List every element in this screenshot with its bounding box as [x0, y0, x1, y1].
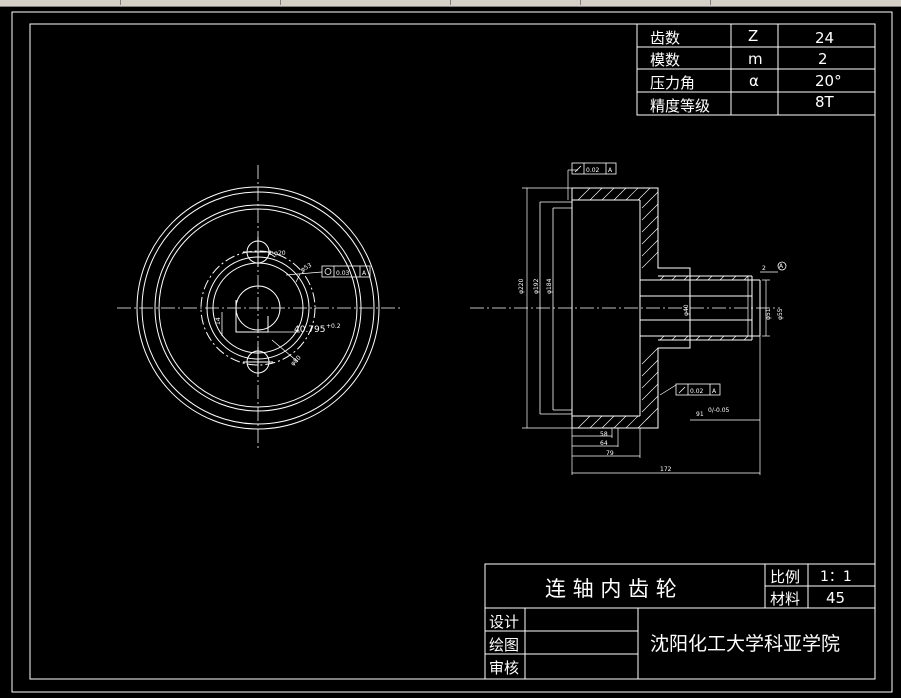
fit-label: 91: [696, 411, 704, 418]
dim-172: 172: [660, 466, 672, 473]
dia-51-label: φ51: [765, 308, 772, 320]
side-view: 0.02 A 0.02 A φ220 φ192 φ184 φ40 φ51 φ55…: [470, 162, 787, 475]
dim-bottom-tol: +0.2: [326, 323, 341, 330]
tolerance-frame-bottom: 0.02 A: [675, 383, 721, 396]
keyway: [235, 300, 269, 333]
school-name: 沈阳化工大学科亚学院: [650, 633, 840, 655]
dia-outer-label: φ220: [518, 278, 525, 294]
scale-value: 1：1: [820, 569, 852, 585]
tol-datum-front: A: [362, 270, 367, 277]
fit-tol: 0/-0.05: [708, 407, 730, 414]
front-view: 2-φ20 φ53 0.03 A 14 40.795 +0.2 φ80: [117, 165, 400, 450]
param-value: 24: [815, 29, 834, 47]
drawing-label: 绘图: [489, 636, 519, 654]
scale-label: 比例: [770, 568, 800, 586]
gear-parameter-table: 齿数 Z 24 模数 m 2 压力角 α 20° 精度等级 8T: [636, 23, 876, 116]
param-symbol: Z: [748, 27, 758, 45]
toolbar-segment[interactable]: [0, 0, 121, 5]
hole-label: 2-φ20: [268, 250, 286, 257]
runout-label: φ53: [300, 262, 314, 274]
param-value: 8T: [815, 93, 835, 111]
title-block: 连 轴 内 齿 轮 比例 1：1 材料 45 设计 绘图 审核 沈阳化工大学科亚…: [484, 563, 876, 680]
material-value: 45: [826, 589, 845, 607]
toolbar-segment[interactable]: [120, 0, 281, 5]
dim-left: 14: [215, 317, 222, 325]
dia-192-label: φ192: [533, 278, 540, 294]
dia-184-label: φ184: [546, 278, 553, 294]
param-name: 压力角: [650, 74, 695, 92]
toolbar-segment[interactable]: [580, 0, 711, 5]
tol-top-value: 0.02: [586, 167, 600, 174]
param-name: 精度等级: [650, 97, 710, 115]
toolbar-segment[interactable]: [280, 0, 451, 5]
param-symbol: m: [748, 50, 763, 68]
section-outline: [571, 187, 761, 429]
material-label: 材料: [770, 590, 800, 608]
dim-79: 79: [606, 450, 614, 457]
toolbar-segment[interactable]: [450, 0, 581, 5]
part-name: 连 轴 内 齿 轮: [545, 577, 677, 601]
tol-bottom-datum: A: [712, 388, 717, 395]
design-label: 设计: [489, 613, 519, 631]
tolerance-frame-front: 0.03 A: [321, 265, 371, 278]
param-value: 2: [818, 50, 828, 68]
dia-55-label: φ55: [777, 308, 784, 320]
small-dim: 2: [762, 265, 766, 272]
param-symbol: α: [749, 72, 759, 90]
side-dimension-lines: [522, 169, 778, 475]
dia-shaft-inner-label: φ40: [683, 304, 690, 316]
param-name: 齿数: [650, 29, 680, 47]
param-name: 模数: [650, 51, 680, 69]
datum-marker: A: [777, 261, 787, 271]
dim-64: 64: [600, 440, 608, 447]
dim-58: 58: [600, 431, 608, 438]
review-label: 审核: [489, 659, 519, 677]
tolerance-frame-top: 0.02 A: [571, 162, 617, 175]
drawing-canvas: 齿数 Z 24 模数 m 2 压力角 α 20° 精度等级 8T 2-φ20 φ…: [11, 11, 893, 693]
tol-value-front: 0.03: [336, 270, 350, 277]
dim-bottom: 40.795: [294, 325, 326, 335]
tol-top-datum: A: [608, 167, 613, 174]
tol-bottom-value: 0.02: [690, 388, 704, 395]
param-value: 20°: [815, 72, 842, 90]
datum-marker-label: A: [779, 263, 784, 270]
